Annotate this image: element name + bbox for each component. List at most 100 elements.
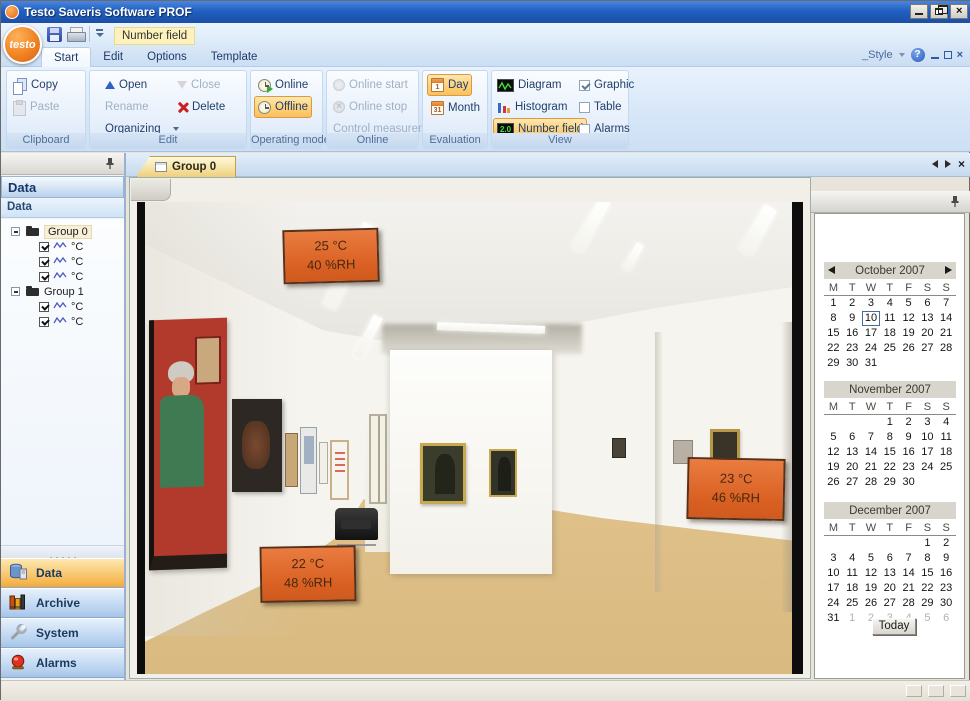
measurement-overlay[interactable]: 25 °C40 %RH: [282, 228, 379, 284]
calendar-day[interactable]: 15: [824, 326, 843, 341]
calendar-day[interactable]: 22: [918, 581, 937, 596]
resize-grip[interactable]: [906, 685, 966, 697]
calendar-day[interactable]: 3: [862, 296, 881, 311]
calendar-day[interactable]: 24: [918, 460, 937, 475]
calendar-day[interactable]: 4: [843, 551, 862, 566]
style-menu[interactable]: _Style: [862, 49, 893, 61]
month-button[interactable]: 31 Month: [428, 98, 483, 118]
calendar-day[interactable]: 12: [862, 566, 881, 581]
calendar-day[interactable]: 2: [937, 536, 956, 551]
calendar-day[interactable]: 10: [862, 311, 881, 326]
diagram-button[interactable]: Diagram: [494, 75, 564, 95]
calendar-day[interactable]: 30: [899, 475, 918, 490]
calendar-day[interactable]: 16: [937, 566, 956, 581]
calendar-day[interactable]: 21: [937, 326, 956, 341]
calendar-day[interactable]: 13: [880, 566, 899, 581]
calendar-day[interactable]: 8: [880, 430, 899, 445]
calendar-day[interactable]: 19: [899, 326, 918, 341]
calendar-day[interactable]: 27: [918, 341, 937, 356]
delete-button[interactable]: Delete: [174, 97, 228, 117]
nav-right-icon[interactable]: [945, 160, 951, 168]
calendar-day[interactable]: 26: [824, 475, 843, 490]
tab-group0[interactable]: Group 0: [136, 156, 236, 177]
calendar-day[interactable]: 1: [880, 415, 899, 430]
print-icon[interactable]: [67, 27, 84, 42]
calendar-day[interactable]: 6: [880, 551, 899, 566]
calendar-day[interactable]: 6: [918, 296, 937, 311]
copy-button[interactable]: Copy: [9, 75, 61, 95]
calendar-day[interactable]: 8: [918, 551, 937, 566]
calendar-day[interactable]: 22: [824, 341, 843, 356]
calendar-day[interactable]: 10: [824, 566, 843, 581]
calendar-day[interactable]: 29: [918, 596, 937, 611]
tree-group-label[interactable]: Group 0: [44, 225, 92, 239]
calendar-day[interactable]: 24: [824, 596, 843, 611]
offline-mode-button[interactable]: Offline: [254, 96, 312, 118]
calendar-day[interactable]: 28: [899, 596, 918, 611]
calendar-day[interactable]: 29: [880, 475, 899, 490]
calendar-day[interactable]: 15: [880, 445, 899, 460]
tab-edit[interactable]: Edit: [91, 47, 135, 67]
calendar-day[interactable]: 25: [937, 460, 956, 475]
measurement-overlay[interactable]: 23 °C46 %RH: [686, 457, 785, 521]
histogram-button[interactable]: Histogram: [494, 97, 570, 117]
tree-channel-row[interactable]: °C: [1, 314, 124, 329]
channel-checkbox[interactable]: [39, 302, 49, 312]
mdi-close-icon[interactable]: ×: [957, 50, 963, 60]
calendar-day[interactable]: 27: [843, 475, 862, 490]
calendar-day[interactable]: 30: [843, 356, 862, 371]
calendar-day[interactable]: 14: [937, 311, 956, 326]
calendar-day[interactable]: 12: [899, 311, 918, 326]
close-tab-icon[interactable]: ×: [958, 159, 965, 169]
calendar-day[interactable]: 3: [918, 415, 937, 430]
calendar-day[interactable]: 19: [824, 460, 843, 475]
calendar-day[interactable]: 29: [824, 356, 843, 371]
calendar-day[interactable]: 8: [824, 311, 843, 326]
restore-button[interactable]: [930, 4, 948, 19]
calendar-day[interactable]: 10: [918, 430, 937, 445]
calendar-day[interactable]: 17: [862, 326, 881, 341]
calendar-day[interactable]: 26: [862, 596, 881, 611]
tree-channel-row[interactable]: °C: [1, 254, 124, 269]
calendar-day[interactable]: 17: [918, 445, 937, 460]
calendar-day[interactable]: 25: [880, 341, 899, 356]
online-mode-button[interactable]: Online: [255, 75, 311, 95]
calendar-day[interactable]: 16: [843, 326, 862, 341]
calendar-day[interactable]: 7: [862, 430, 881, 445]
calendar-day[interactable]: 21: [899, 581, 918, 596]
day-button[interactable]: 1 Day: [427, 74, 472, 96]
pin-icon[interactable]: [105, 157, 116, 175]
graphic-checkbox[interactable]: Graphic: [576, 75, 637, 95]
calendar-day[interactable]: 15: [918, 566, 937, 581]
calendar-day[interactable]: 5: [918, 611, 937, 626]
tree-channel-row[interactable]: °C: [1, 239, 124, 254]
open-button[interactable]: Open: [102, 75, 150, 95]
tab-start[interactable]: Start: [41, 47, 91, 67]
calendar-day[interactable]: 9: [843, 311, 862, 326]
calendar-day[interactable]: 27: [880, 596, 899, 611]
calendar-day[interactable]: 18: [937, 445, 956, 460]
calendar-day[interactable]: 26: [899, 341, 918, 356]
calendar-day[interactable]: 1: [918, 536, 937, 551]
calendar-day[interactable]: 12: [824, 445, 843, 460]
calendar-day[interactable]: 5: [824, 430, 843, 445]
calendar-day[interactable]: 6: [843, 430, 862, 445]
tree-group-row[interactable]: Group 1: [1, 284, 124, 299]
calendar-day[interactable]: 20: [918, 326, 937, 341]
save-icon[interactable]: [47, 27, 62, 42]
channel-checkbox[interactable]: [39, 257, 49, 267]
sidebar-item-archive[interactable]: Archive: [1, 588, 124, 618]
minimize-button[interactable]: [910, 4, 928, 19]
sidebar-item-alarms[interactable]: Alarms: [1, 648, 124, 678]
calendar-day[interactable]: 1: [824, 296, 843, 311]
calendar-day[interactable]: 2: [899, 415, 918, 430]
table-checkbox[interactable]: Table: [576, 97, 625, 117]
calendar-day[interactable]: 7: [937, 296, 956, 311]
calendar-day[interactable]: 25: [843, 596, 862, 611]
calendar-day[interactable]: 5: [862, 551, 881, 566]
sidebar-item-system[interactable]: System: [1, 618, 124, 648]
pin-icon[interactable]: [950, 195, 961, 213]
calendar-day[interactable]: 11: [843, 566, 862, 581]
calendar-day[interactable]: 7: [899, 551, 918, 566]
channel-checkbox[interactable]: [39, 242, 49, 252]
